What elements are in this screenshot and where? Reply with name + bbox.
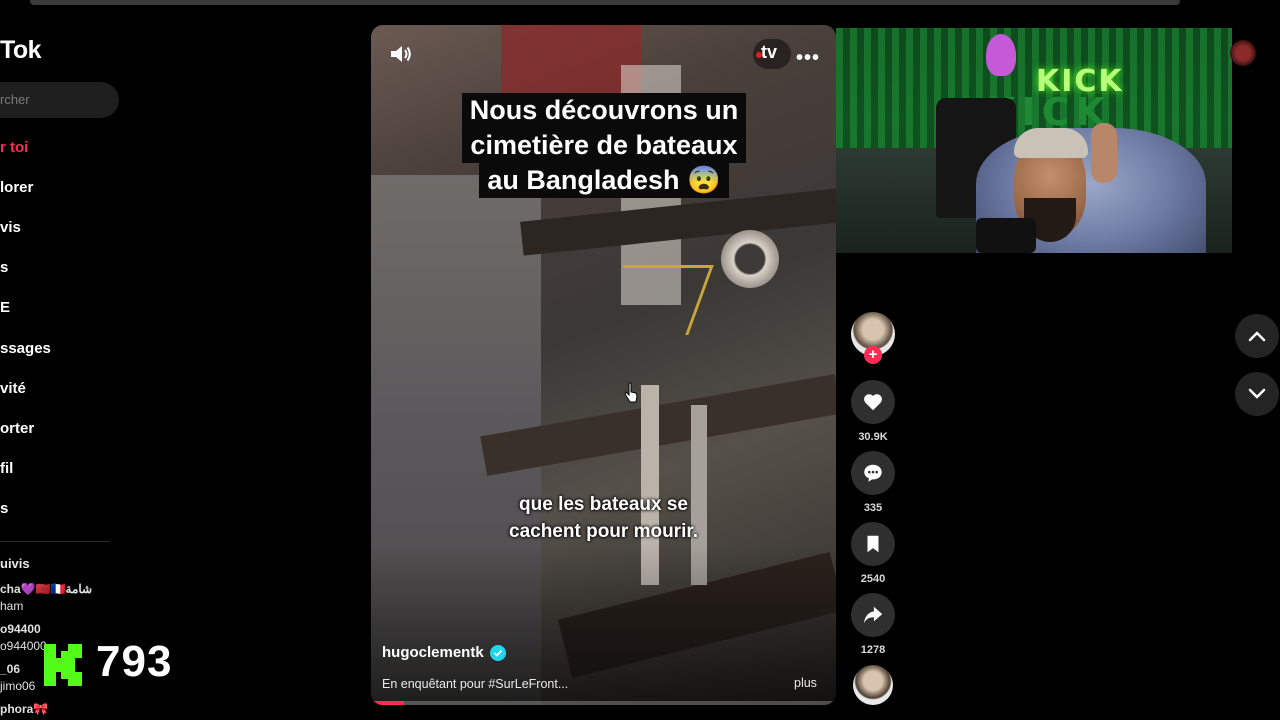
sidebar: Tok rcher r toi lorer vis s E ssages vit… — [0, 0, 360, 720]
more-description-button[interactable]: plus — [794, 676, 817, 690]
streamer-webcam: KICK KICK — [836, 28, 1232, 253]
kick-viewer-count: 793 — [96, 637, 173, 686]
followed-account-handle[interactable]: jimo06 — [0, 679, 35, 693]
previous-video-button[interactable] — [1235, 314, 1279, 358]
search-placeholder: rcher — [0, 92, 30, 107]
yellow-railing — [598, 265, 714, 335]
nav-more[interactable]: s — [0, 500, 8, 517]
followed-account-name[interactable]: phora🎀 — [0, 702, 48, 716]
nav-live[interactable]: E — [0, 299, 10, 316]
channel-badge-text: tv — [761, 42, 778, 62]
nav-friends[interactable]: s — [0, 259, 8, 276]
tiktok-logo[interactable]: Tok — [0, 36, 42, 65]
share-icon — [863, 606, 883, 624]
comment-button[interactable] — [851, 451, 895, 495]
like-count: 30.9K — [858, 431, 888, 443]
followed-account-name[interactable]: _06 — [0, 662, 20, 676]
microphone — [976, 218, 1036, 253]
user-avatar[interactable] — [1230, 40, 1256, 66]
bookmark-count: 2540 — [860, 573, 886, 585]
followed-account-handle[interactable]: ham — [0, 599, 23, 613]
nav-for-you[interactable]: r toi — [0, 139, 28, 156]
bookmark-button[interactable] — [851, 522, 895, 566]
caption-line: cimetière de bateaux — [462, 128, 746, 163]
nav-profile[interactable]: fil — [0, 460, 13, 477]
nav-explore[interactable]: lorer — [0, 179, 33, 196]
nav-messages[interactable]: ssages — [0, 340, 51, 357]
streamer-hair — [1014, 128, 1088, 158]
share-button[interactable] — [851, 593, 895, 637]
next-video-button[interactable] — [1235, 372, 1279, 416]
sound-disc[interactable] — [853, 665, 893, 705]
streamer-hand — [1091, 123, 1117, 183]
follow-plus-icon[interactable]: + — [864, 346, 882, 364]
video-progress-bar[interactable] — [371, 701, 836, 705]
followed-account-name[interactable]: o94400 — [0, 622, 41, 636]
search-input[interactable]: rcher — [0, 82, 119, 118]
mouse-cursor-icon — [624, 382, 638, 403]
like-button[interactable] — [851, 380, 895, 424]
channel-badge: tv — [753, 39, 791, 69]
kick-neon-sign: KICK — [1036, 64, 1124, 99]
followed-account-name[interactable]: cha💜🇲🇦🇫🇷شامة — [0, 582, 92, 596]
volume-icon[interactable] — [389, 43, 413, 65]
comment-count: 335 — [863, 502, 883, 514]
subtitle-line: que les bateaux se — [519, 494, 688, 515]
caption-line: Nous découvrons un — [461, 93, 747, 128]
nav-upload[interactable]: orter — [0, 420, 34, 437]
subtitle-line: cachent pour mourir. — [509, 521, 698, 542]
chevron-down-icon — [1248, 388, 1266, 399]
video-player[interactable]: tv ••• Nous découvrons un cimetière de b… — [371, 25, 836, 705]
comment-icon — [864, 464, 882, 482]
verified-badge-icon — [490, 645, 506, 661]
heart-icon — [864, 394, 882, 411]
video-progress-fill — [371, 701, 404, 705]
video-caption: Nous découvrons un cimetière de bateaux … — [446, 93, 762, 198]
kick-logo-icon — [44, 644, 82, 686]
chevron-up-icon — [1248, 331, 1266, 342]
video-author[interactable]: hugoclementk — [382, 644, 484, 661]
ship-dish — [721, 230, 779, 288]
bookmark-icon — [867, 535, 879, 553]
nav-following[interactable]: vis — [0, 219, 21, 236]
more-icon[interactable]: ••• — [796, 47, 820, 70]
video-description: En enquêtant pour #SurLeFront... — [382, 677, 569, 691]
mascot-decoration — [986, 34, 1016, 76]
following-accounts-title: uivis — [0, 556, 30, 571]
followed-account-handle[interactable]: o944000 — [0, 639, 47, 653]
share-count: 1278 — [860, 644, 886, 656]
sidebar-divider — [0, 541, 110, 542]
video-subtitles: que les bateaux se cachent pour mourir. — [461, 491, 746, 545]
caption-line: au Bangladesh 😨 — [479, 163, 729, 198]
nav-activity[interactable]: vité — [0, 380, 26, 397]
